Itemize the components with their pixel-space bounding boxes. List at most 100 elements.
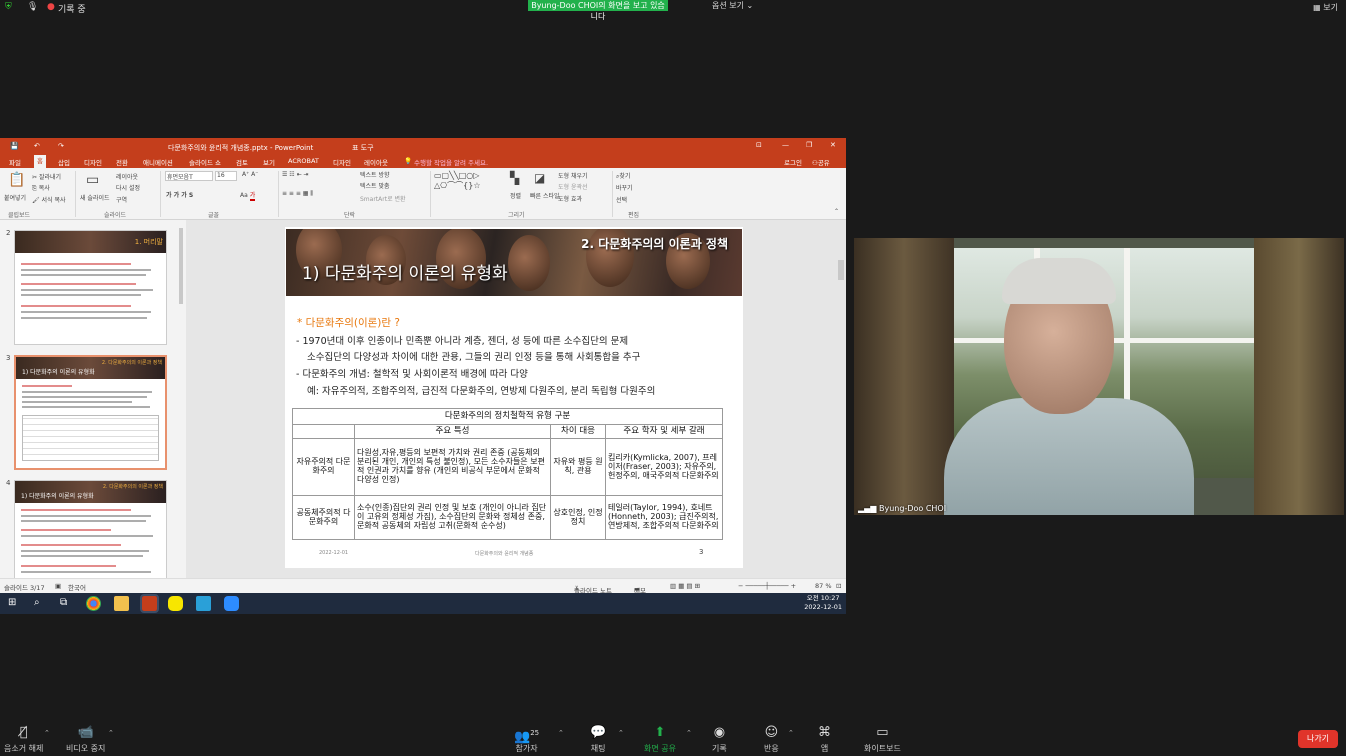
clipboard-icon[interactable]: 📋 — [8, 172, 25, 188]
participants-button[interactable]: 👥25 참가자 — [514, 724, 539, 754]
replace-button[interactable]: 바꾸기 — [616, 183, 633, 192]
font-color-icon[interactable]: Aa 가 — [240, 190, 256, 201]
grow-font-icon[interactable]: A⁺ A⁻ — [242, 171, 258, 178]
search-icon[interactable]: ⌕ — [34, 597, 40, 608]
scrollbar-thumb[interactable] — [179, 228, 183, 304]
leave-button[interactable]: 나가기 — [1298, 730, 1338, 748]
font-size-select[interactable]: 16 — [215, 171, 237, 181]
find-button[interactable]: ⌕찾기 — [616, 171, 630, 181]
zoom-level[interactable]: 87 % — [815, 582, 832, 590]
recording-label[interactable]: 기록 중 — [58, 2, 86, 15]
language-label[interactable]: 한국어 — [68, 582, 86, 592]
restore-icon[interactable]: ❐ — [806, 141, 812, 149]
quick-styles-icon[interactable]: ◪ — [534, 171, 545, 185]
shape-effects-button[interactable]: 도형 효과 — [558, 194, 582, 203]
shape-fill-button[interactable]: 도형 채우기 — [558, 171, 588, 180]
tell-me-input[interactable]: 수행할 작업을 알려 주세요. — [414, 157, 488, 167]
chevron-up-icon[interactable]: ⌃ — [686, 729, 692, 737]
tab-acrobat[interactable]: ACROBAT — [288, 157, 319, 165]
chevron-up-icon[interactable]: ⌃ — [44, 729, 50, 737]
share-button[interactable]: ⚇공유 — [812, 157, 830, 167]
slide-thumbnail-2[interactable]: 1. 머리말 — [14, 230, 167, 345]
chevron-up-icon[interactable]: ⌃ — [558, 729, 564, 737]
chat-button[interactable]: 💬 채팅 — [590, 724, 606, 754]
paste-button[interactable]: 붙여넣기 — [4, 193, 26, 202]
shield-icon[interactable]: ⛨ — [5, 2, 12, 12]
unmute-button[interactable]: 🎙̸ 음소거 해제 — [4, 724, 43, 754]
quick-styles-button[interactable]: 빠른 스타일 — [530, 191, 560, 200]
chrome-icon[interactable] — [86, 596, 101, 611]
tab-file[interactable]: 파일 — [9, 157, 21, 167]
windows-start-icon[interactable]: ⊞ — [8, 597, 16, 608]
fit-slide-icon[interactable]: ⊡ — [836, 582, 841, 590]
login-link[interactable]: 로그인 — [784, 157, 802, 167]
tab-table-layout[interactable]: 레이아웃 — [364, 157, 388, 167]
undo-icon[interactable]: ↶ — [34, 142, 40, 150]
reactions-button[interactable]: ☺ 반응 — [764, 724, 779, 754]
stop-video-button[interactable]: 📹 비디오 중지 — [66, 724, 105, 754]
view-options-button[interactable]: 옵션 보기 ⌄ — [712, 0, 753, 11]
slide-scrollbar[interactable] — [836, 220, 846, 578]
tab-design[interactable]: 디자인 — [84, 157, 102, 167]
typology-table[interactable]: 다문화주의의 정치철학적 유형 구분 주요 특성 차이 대응 주요 학자 및 세… — [291, 408, 724, 540]
section-button[interactable]: 구역 — [116, 195, 127, 204]
whiteboard-button[interactable]: ▭ 화이트보드 — [864, 724, 901, 754]
collapse-ribbon-icon[interactable]: ⌃ — [834, 208, 839, 215]
select-button[interactable]: 선택 — [616, 195, 627, 204]
ribbon-display-icon[interactable]: ⊡ — [756, 141, 762, 149]
task-view-icon[interactable]: ⧉ — [60, 597, 67, 608]
proofing-icon[interactable]: ▣ — [55, 582, 61, 590]
align-icon[interactable]: ≡ ≡ ≡ ▦ ⫼ — [282, 190, 313, 198]
tab-slideshow[interactable]: 슬라이드 쇼 — [189, 157, 221, 167]
share-screen-button[interactable]: ⬆ 화면 공유 — [644, 724, 676, 754]
tab-transitions[interactable]: 전환 — [116, 157, 128, 167]
smartart-button[interactable]: SmartArt로 변환 — [360, 194, 406, 203]
redo-icon[interactable]: ↷ — [58, 142, 64, 150]
tab-home[interactable]: 홈 — [34, 155, 46, 168]
slide-thumbnail-4[interactable]: 2. 다문화주의의 이론과 정책 1) 다문화주의 이론의 유형화 — [14, 480, 167, 593]
view-button[interactable]: ▦ 보기 — [1313, 2, 1338, 13]
tab-table-design[interactable]: 디자인 — [333, 157, 351, 167]
bold-icon[interactable]: 가 가 가 S — [166, 190, 193, 199]
layout-button[interactable]: 레이아웃 — [116, 172, 138, 181]
format-painter-button[interactable]: 🖌 서식 복사 — [32, 195, 66, 204]
bullets-icon[interactable]: ☰ ☷ ⇤ ⇥ — [282, 171, 309, 178]
app-icon[interactable] — [196, 596, 211, 611]
zoom-slider[interactable]: − ─────┼───── + — [738, 582, 796, 590]
tab-animations[interactable]: 애니메이션 — [143, 157, 173, 167]
new-slide-button[interactable]: 새 슬라이드 — [80, 193, 110, 202]
chevron-up-icon[interactable]: ⌃ — [108, 729, 114, 737]
chevron-up-icon[interactable]: ⌃ — [788, 729, 794, 737]
kakaotalk-icon[interactable] — [168, 596, 183, 611]
save-icon[interactable]: 💾 — [10, 142, 19, 150]
slide-thumbnail-3[interactable]: 2. 다문화주의의 이론과 정책 1) 다문화주의 이론의 유형화 — [14, 355, 167, 470]
font-name-select[interactable]: 휴먼모음T — [165, 171, 213, 181]
shape-outline-button[interactable]: 도형 윤곽선 — [558, 182, 588, 191]
new-slide-icon[interactable]: ▭ — [86, 172, 99, 188]
cut-button[interactable]: ✂ 잘라내기 — [32, 172, 61, 181]
zoom-app-icon[interactable] — [224, 596, 239, 611]
slide-canvas[interactable]: 2. 다문화주의의 이론과 정책 1) 다문화주의 이론의 유형화 * 다문화주… — [285, 227, 743, 568]
close-icon[interactable]: ✕ — [830, 141, 836, 149]
scrollbar-thumb[interactable] — [838, 260, 844, 280]
powerpoint-icon[interactable] — [140, 594, 159, 613]
reset-button[interactable]: 다시 설정 — [116, 183, 140, 192]
minimize-icon[interactable]: — — [782, 141, 789, 149]
file-explorer-icon[interactable] — [114, 596, 129, 611]
view-normal-icon[interactable]: ▥ ▦ ▤ ⊞ — [670, 582, 700, 590]
align-text-button[interactable]: 텍스트 맞춤 — [360, 181, 390, 190]
record-button[interactable]: ◉ 기록 — [712, 724, 727, 754]
tab-review[interactable]: 검토 — [236, 157, 248, 167]
thumbnail-scrollbar[interactable] — [178, 228, 184, 578]
participant-video[interactable] — [854, 238, 1344, 515]
tab-view[interactable]: 보기 — [263, 157, 275, 167]
arrange-icon[interactable]: ▚ — [510, 171, 519, 185]
apps-button[interactable]: ⌘ 앱 — [818, 724, 831, 754]
tab-insert[interactable]: 삽입 — [58, 157, 70, 167]
chevron-up-icon[interactable]: ⌃ — [618, 729, 624, 737]
arrange-button[interactable]: 정렬 — [510, 191, 521, 200]
taskbar-clock[interactable]: 오전 10:27 2022-12-01 — [804, 594, 842, 612]
shapes-gallery[interactable]: ▭▢╲╲□○▷ △⎔⌒⌒{}☆ — [434, 171, 481, 191]
text-direction-button[interactable]: 텍스트 방향 — [360, 170, 390, 179]
copy-button[interactable]: ⎘ 복사 — [32, 183, 50, 193]
